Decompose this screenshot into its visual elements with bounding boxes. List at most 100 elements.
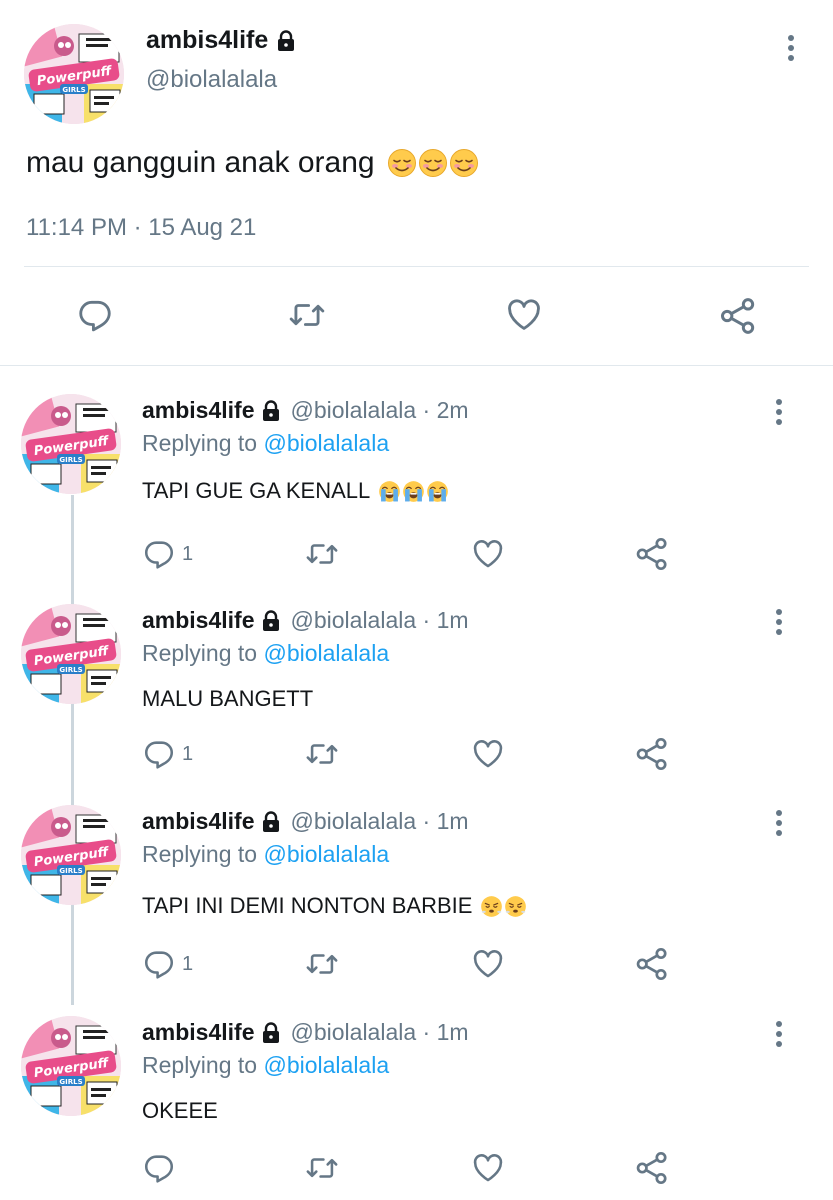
loudly-crying-face-emoji [402,480,425,503]
reply-tweet[interactable]: ambis4life @biolalalala · 1m Replying to… [0,1016,833,1200]
lock-icon [261,610,281,632]
replying-to-label: Replying to [142,1052,258,1078]
reply-button[interactable] [142,1151,176,1185]
retweet-button[interactable] [303,1151,341,1185]
divider [24,266,809,267]
display-name[interactable]: ambis4life [142,808,255,835]
more-options-icon[interactable] [786,35,796,65]
display-name[interactable]: ambis4life [146,26,296,55]
lock-icon [261,811,281,833]
reply-button[interactable]: 1 [142,537,193,571]
reply-button[interactable]: 1 [142,737,193,771]
avatar-image [21,604,121,704]
retweet-button[interactable] [303,537,341,571]
replying-to: Replying to @biolalalala [142,430,389,457]
reply-count: 1 [182,542,194,565]
replying-to-link[interactable]: @biolalalala [263,1052,389,1078]
heart-icon [470,737,506,771]
reply-icon [142,537,176,571]
share-icon [634,946,670,982]
share-icon [634,536,670,572]
handle-and-time: @biolalalala · 1m [290,1019,469,1045]
avatar-image [21,805,121,905]
avatar[interactable] [21,604,121,704]
smiling-face-emoji [418,148,448,178]
avatar-image [21,394,121,494]
retweet-icon [303,737,341,771]
heart-icon [470,1151,506,1185]
user-handle[interactable]: @biolalalala [146,66,277,94]
like-button[interactable] [504,296,544,334]
reply-button[interactable]: 1 [142,947,193,981]
smiling-face-emoji [449,148,479,178]
share-button[interactable] [634,1150,670,1186]
avatar[interactable] [21,1016,121,1116]
reply-count: 1 [182,952,194,975]
heart-icon [470,947,506,981]
face-with-steam-emoji [480,895,503,918]
like-button[interactable] [470,537,506,571]
tweet-timestamp[interactable]: 11:14 PM · 15 Aug 21 [26,214,256,242]
tweet-text: OKEEE [142,1098,218,1124]
loudly-crying-face-emoji [426,480,449,503]
retweet-button[interactable] [303,947,341,981]
handle-and-time: @biolalalala · 1m [290,607,469,633]
reply-icon [76,296,114,334]
retweet-icon [303,947,341,981]
like-button[interactable] [470,947,506,981]
replying-to: Replying to @biolalalala [142,841,389,868]
avatar[interactable] [21,805,121,905]
retweet-icon [303,537,341,571]
share-button[interactable] [634,736,670,772]
more-options-icon[interactable] [774,1021,784,1051]
display-name[interactable]: ambis4life [142,1019,255,1046]
display-name[interactable]: ambis4life [142,607,255,634]
share-button[interactable] [634,946,670,982]
avatar[interactable] [21,394,121,494]
lock-icon [276,30,296,52]
like-button[interactable] [470,737,506,771]
tweet-text-content: mau gangguin anak orang [26,146,375,179]
retweet-icon [303,1151,341,1185]
share-icon [634,1150,670,1186]
avatar[interactable] [24,24,124,124]
heart-icon [504,296,544,334]
handle-and-time: @biolalalala · 1m [290,808,469,834]
tweet-text-content: TAPI INI DEMI NONTON BARBIE [142,893,473,918]
tweet-text: mau gangguin anak orang [26,146,479,180]
tweet-text: MALU BANGETT [142,686,313,712]
face-with-steam-emoji [504,895,527,918]
more-options-icon[interactable] [774,810,784,840]
tweet-text-content: OKEEE [142,1098,218,1123]
more-options-icon[interactable] [774,399,784,429]
share-icon [634,736,670,772]
replying-to-link[interactable]: @biolalalala [263,841,389,867]
smiling-face-emoji [387,148,417,178]
share-button[interactable] [634,536,670,572]
share-button[interactable] [718,296,758,336]
reply-header: ambis4life @biolalalala · 1m [142,808,469,835]
reply-button[interactable] [76,296,114,334]
heart-icon [470,537,506,571]
replying-to-link[interactable]: @biolalalala [263,640,389,666]
reply-tweet[interactable]: ambis4life @biolalalala · 1m Replying to… [0,805,833,1005]
reply-header: ambis4life @biolalalala · 2m [142,397,469,424]
reply-header: ambis4life @biolalalala · 1m [142,607,469,634]
reply-icon [142,947,176,981]
reply-tweet[interactable]: ambis4life @biolalalala · 2m Replying to… [0,394,833,594]
tweet-text-content: TAPI GUE GA KENALL [142,478,371,503]
retweet-button[interactable] [303,737,341,771]
tweet-text: TAPI GUE GA KENALL [142,478,449,504]
display-name[interactable]: ambis4life [142,397,255,424]
retweet-icon [286,296,328,334]
retweet-button[interactable] [286,296,328,334]
main-tweet: ambis4life @biolalalala mau gangguin ana… [0,0,833,365]
replying-to-label: Replying to [142,841,258,867]
like-button[interactable] [470,1151,506,1185]
more-options-icon[interactable] [774,609,784,639]
share-icon [718,296,758,336]
reply-tweet[interactable]: ambis4life @biolalalala · 1m Replying to… [0,604,833,804]
reply-icon [142,737,176,771]
avatar-image [21,1016,121,1116]
replying-to-link[interactable]: @biolalalala [263,430,389,456]
